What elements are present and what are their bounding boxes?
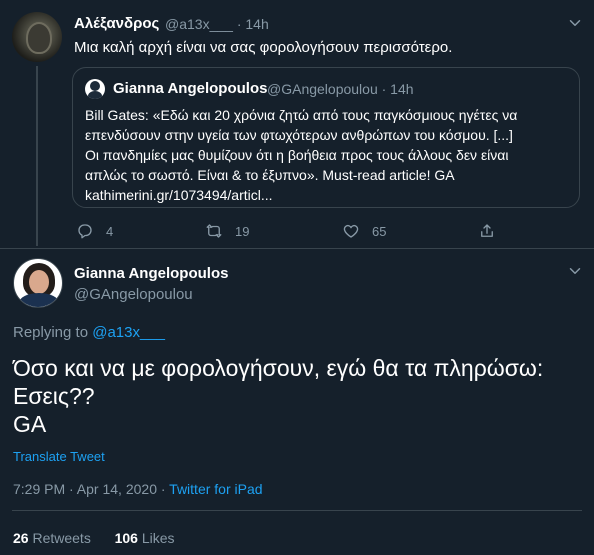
tweet-timestamp[interactable]: 7:29 PM · Apr 14, 2020 · [13,481,169,497]
top-tweet-menu-button[interactable] [566,14,584,37]
quoted-tweet-avatar [85,79,105,99]
quoted-tweet-card[interactable]: Gianna Angelopoulos @GAngelopoulou · 14h… [72,67,580,208]
top-tweet-author-name[interactable]: Αλέξανδρος [74,15,159,32]
main-tweet-menu-button[interactable] [566,262,584,285]
likes-stat[interactable]: 106 Likes [115,530,175,546]
reply-icon [78,224,92,239]
replying-to-handle[interactable]: @a13x___ [92,324,165,341]
top-tweet-time[interactable]: · 14h [237,16,269,32]
quoted-tweet-link[interactable]: kathimerini.gr/1073494/articl... [85,185,571,205]
like-button[interactable]: 65 [342,222,386,240]
main-tweet-text: Όσο και να με φορολογήσουν, εγώ θα τα πλ… [13,355,544,437]
retweet-button[interactable]: 19 [205,222,249,240]
share-icon [481,224,493,237]
quoted-tweet-text: Bill Gates: «Εδώ και 20 χρόνια ζητώ από … [85,105,571,205]
divider [0,248,594,249]
retweets-stat[interactable]: 26 Retweets [13,530,91,546]
tweet-source[interactable]: Twitter for iPad [169,481,262,497]
avatar-gianna[interactable] [13,258,63,308]
top-tweet-handle-time: @a13x___ · 14h [165,16,269,32]
retweet-count: 19 [235,223,250,239]
chevron-down-icon [569,268,581,274]
thread-line [36,66,38,246]
main-tweet-handle[interactable]: @GAngelopoulou [74,286,193,303]
like-count: 65 [372,223,387,239]
reply-count: 4 [106,223,114,239]
heart-icon [343,224,359,238]
avatar-alexandros[interactable] [12,12,62,62]
main-tweet-author-name[interactable]: Gianna Angelopoulos [74,265,228,282]
retweet-icon [206,224,222,238]
replying-to-label: Replying to [13,324,93,341]
quoted-tweet-handle-time: @GAngelopoulou · 14h [267,81,414,97]
divider [12,510,582,511]
top-tweet-handle[interactable]: @a13x___ [165,16,233,32]
chevron-down-icon [569,20,581,26]
tweet-stats: 26 Retweets 106 Likes [13,530,175,546]
share-button[interactable] [478,222,496,240]
translate-tweet-link[interactable]: Translate Tweet [13,449,105,464]
top-tweet-text: Μια καλή αρχή είναι να σας φορολογήσουν … [74,39,453,56]
reply-button[interactable]: 4 [76,222,113,240]
quoted-tweet-author-name: Gianna Angelopoulos [113,80,268,97]
tweet-meta: 7:29 PM · Apr 14, 2020 · Twitter for iPa… [13,481,263,497]
replying-to: Replying to @a13x___ [13,324,165,341]
